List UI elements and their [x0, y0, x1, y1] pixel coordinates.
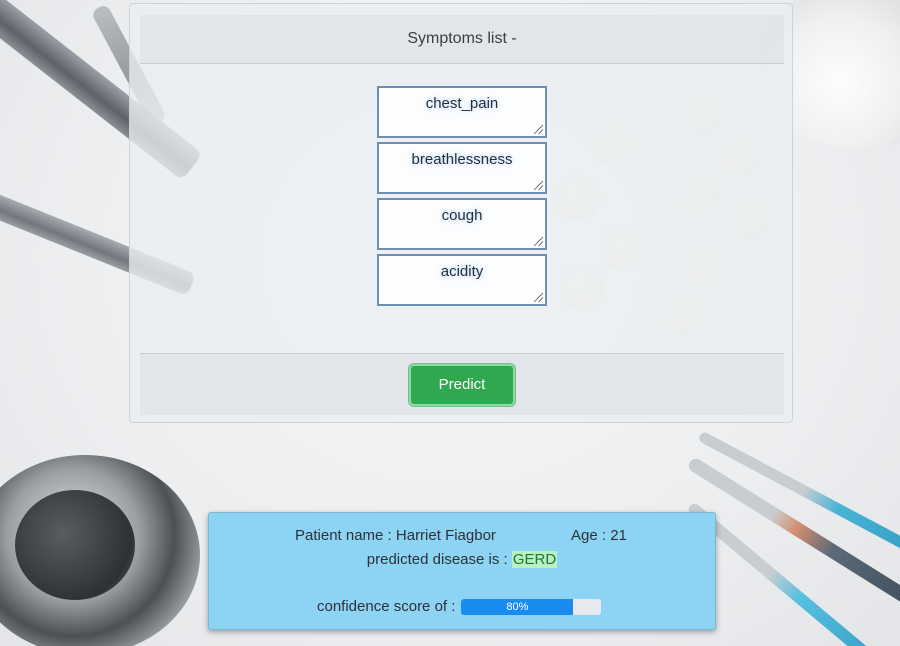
- symptom-field-4[interactable]: acidity: [377, 254, 547, 306]
- symptom-field-3[interactable]: cough: [377, 198, 547, 250]
- symptom-text: breathlessness: [411, 151, 513, 168]
- confidence-progress-fill: 80%: [461, 598, 574, 615]
- result-panel: Patient name : Harriet Fiagbor Age : 21 …: [208, 512, 716, 630]
- symptoms-card: Symptoms list - chest_pain breathlessnes…: [129, 3, 793, 423]
- resize-grip-icon[interactable]: [534, 125, 543, 134]
- predict-button[interactable]: Predict: [409, 363, 515, 406]
- symptom-list: chest_pain breathlessness cough acidity: [377, 86, 547, 310]
- disease-prefix: predicted disease is :: [366, 551, 508, 568]
- card-title: Symptoms list -: [407, 30, 517, 47]
- symptom-field-1[interactable]: chest_pain: [377, 86, 547, 138]
- confidence-progress-bar: 80%: [461, 598, 602, 615]
- symptom-text: acidity: [440, 263, 484, 280]
- resize-grip-icon[interactable]: [534, 237, 543, 246]
- prediction-line: predicted disease is : GERD: [209, 551, 715, 568]
- confidence-text: 80%: [506, 600, 529, 613]
- predicted-disease: GERD: [511, 551, 558, 568]
- symptom-text: chest_pain: [425, 95, 499, 112]
- patient-age: Age : 21: [571, 527, 627, 544]
- resize-grip-icon[interactable]: [534, 181, 543, 190]
- confidence-line: confidence score of : 80%: [317, 598, 602, 615]
- confidence-label: confidence score of :: [317, 598, 456, 615]
- symptom-text: cough: [441, 207, 483, 224]
- patient-name: Patient name : Harriet Fiagbor: [295, 527, 496, 544]
- card-footer: Predict: [140, 353, 784, 415]
- resize-grip-icon[interactable]: [534, 293, 543, 302]
- card-header: Symptoms list -: [140, 15, 784, 64]
- symptom-field-2[interactable]: breathlessness: [377, 142, 547, 194]
